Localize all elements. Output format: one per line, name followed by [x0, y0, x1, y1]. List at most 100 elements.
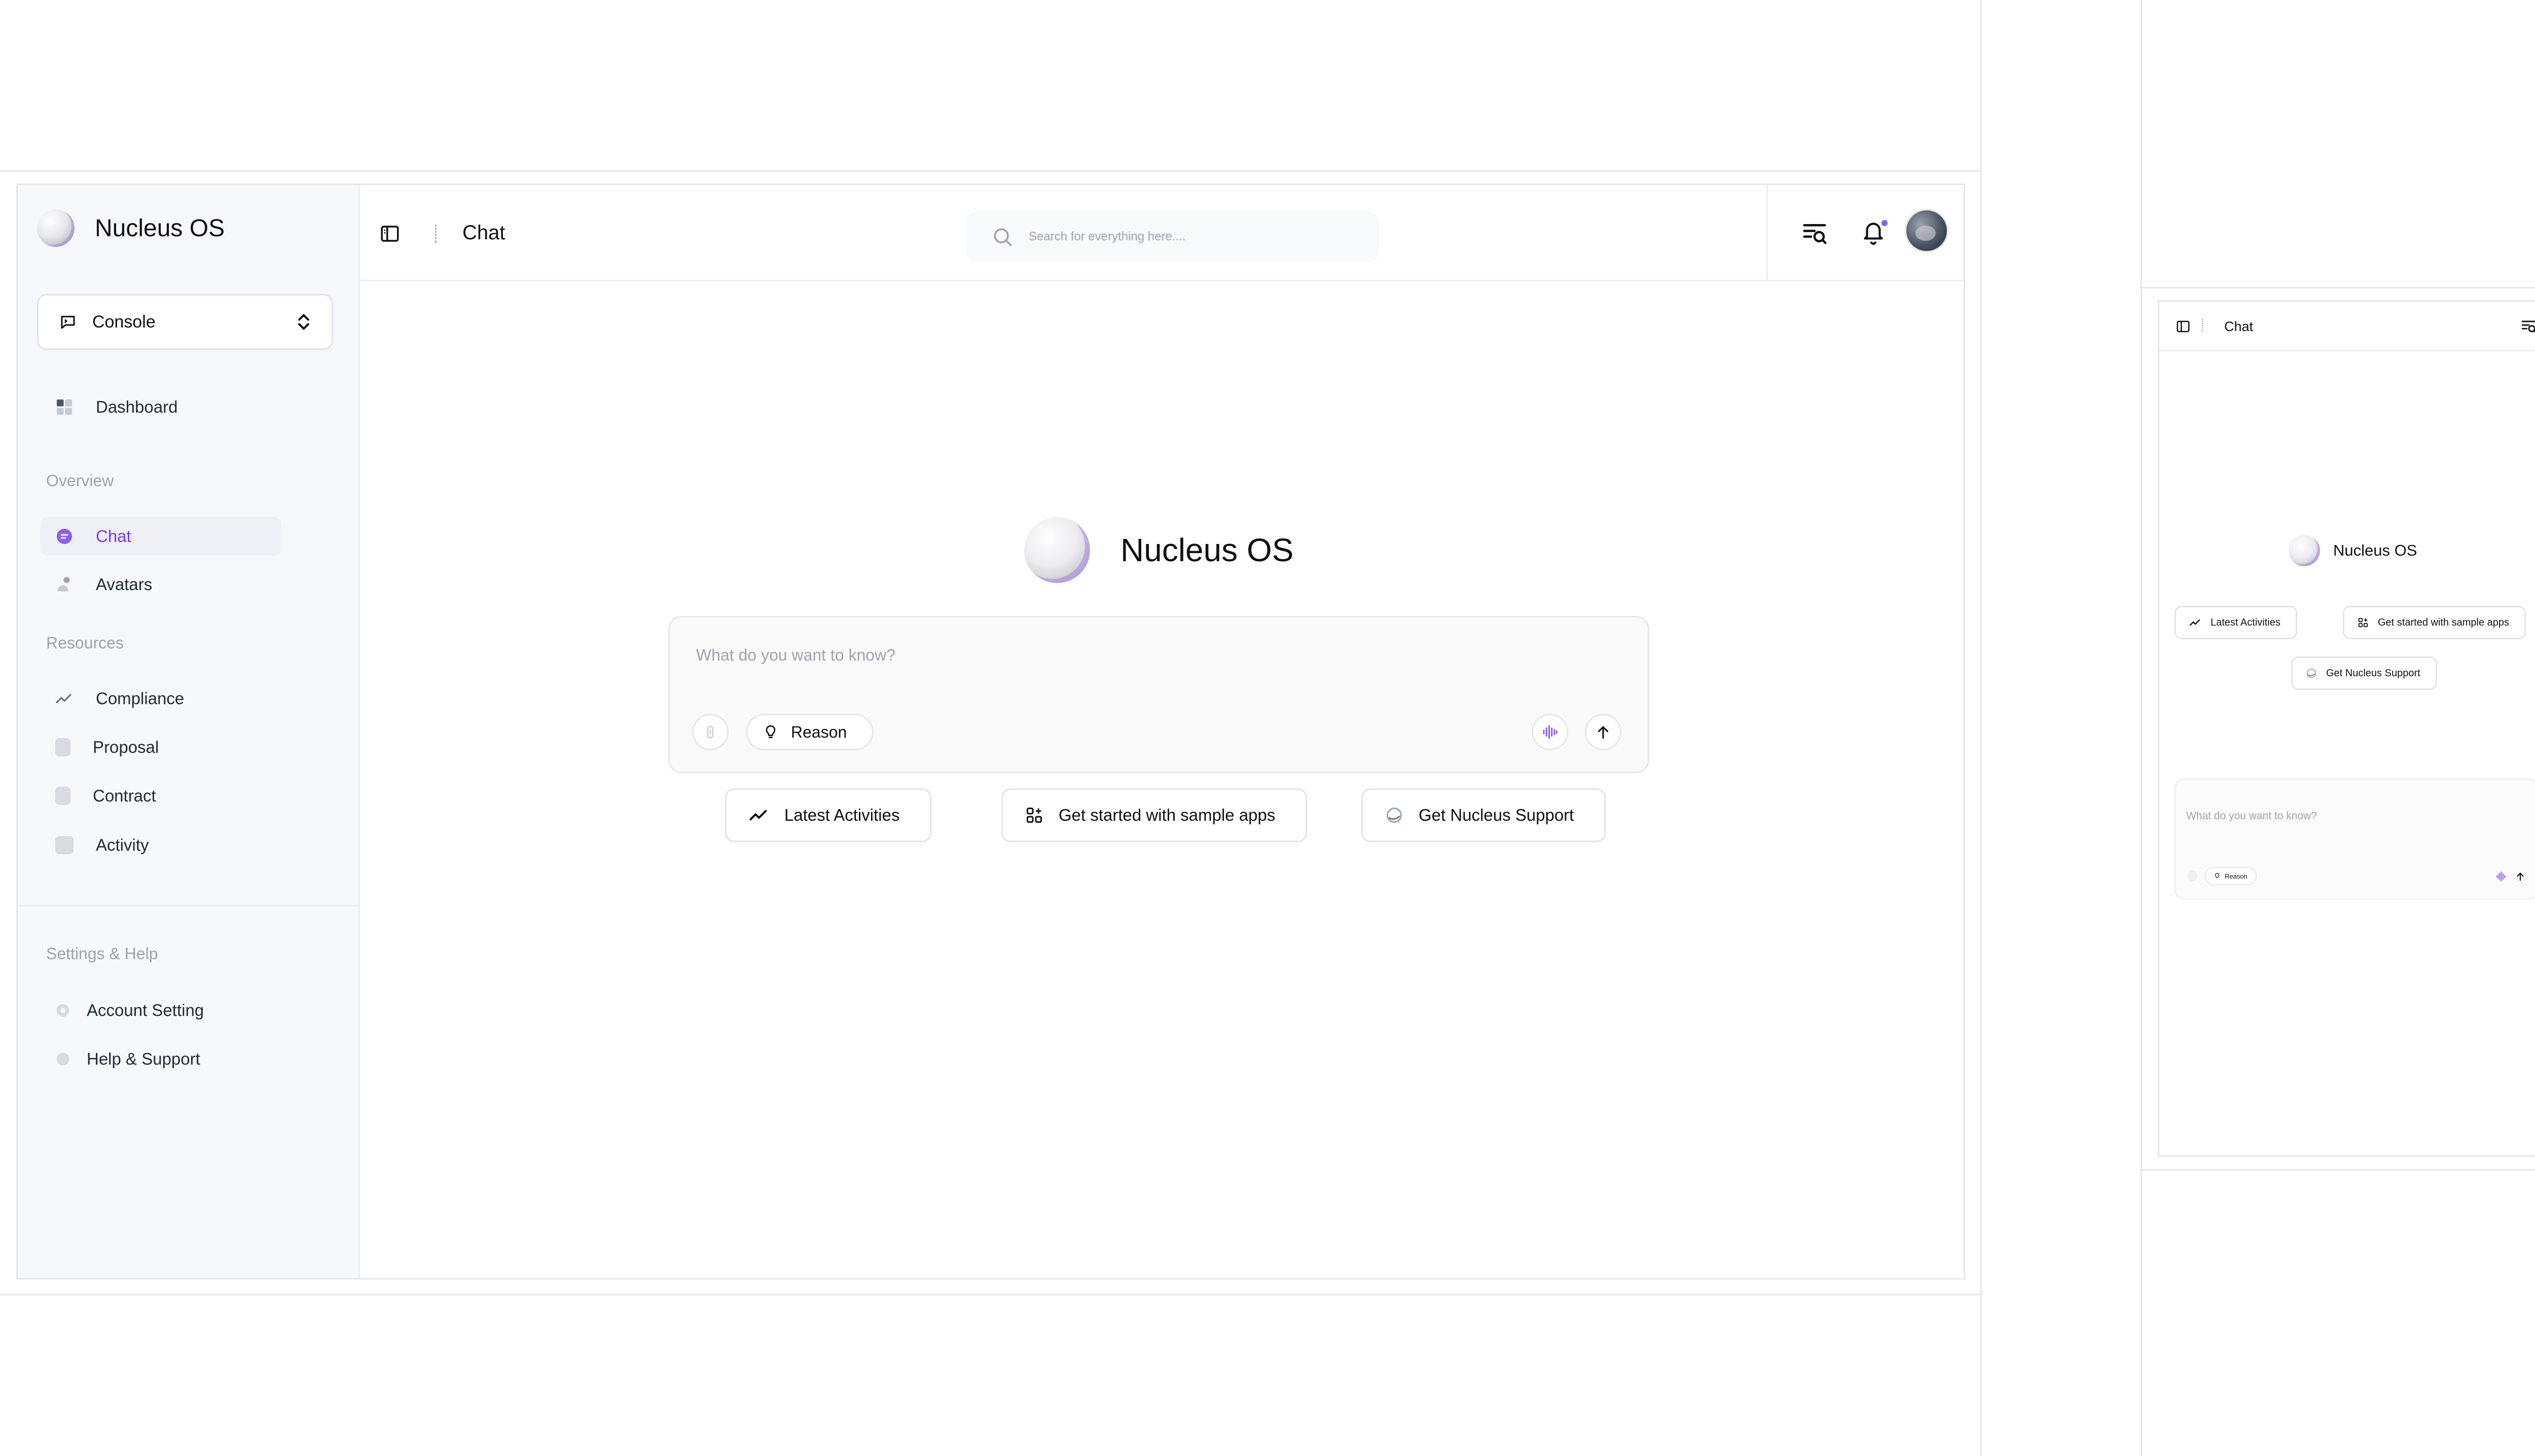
section-heading-settings: Settings & Help	[46, 944, 158, 963]
sidebar-item-label: Proposal	[93, 738, 159, 756]
nucleus-logo-icon	[1024, 517, 1090, 583]
contract-icon	[55, 787, 70, 805]
sidebar-item-label: Account Setting	[87, 1001, 204, 1020]
chat-main: Nucleus OS What do you want to know? Rea…	[360, 281, 1964, 1278]
send-button[interactable]	[1585, 714, 1621, 750]
suggestion-label: Get Nucleus Support	[2326, 667, 2420, 679]
activity-icon	[55, 836, 74, 854]
sidebar-toggle-icon[interactable]	[379, 223, 401, 244]
notification-dot	[1880, 219, 1889, 228]
trend-icon	[2189, 619, 2200, 626]
sidebar-item-proposal[interactable]: Proposal	[40, 728, 281, 767]
chat-composer[interactable]: What do you want to know? Reason	[2175, 778, 2535, 900]
nucleus-logo-icon	[2289, 535, 2320, 566]
nucleus-logo-icon	[37, 209, 75, 247]
sidebar-divider	[18, 905, 358, 906]
sidebar-item-chat[interactable]: Chat	[40, 517, 281, 556]
mobile-top-bar: Chat	[2159, 302, 2535, 351]
sidebar-item-label: Dashboard	[96, 397, 178, 416]
workspace-selector[interactable]: Console	[37, 294, 333, 350]
suggestion-label: Get Nucleus Support	[1419, 806, 1574, 824]
canvas-guide	[2141, 287, 2535, 288]
header-divider	[1766, 185, 1768, 281]
sidebar-item-help-support[interactable]: Help & Support	[40, 1040, 281, 1078]
search-icon	[994, 228, 1012, 246]
sidebar-item-label: Activity	[96, 835, 149, 854]
user-avatar[interactable]	[1905, 209, 1948, 252]
waveform-icon[interactable]	[2495, 871, 2507, 882]
sidebar-item-account-setting[interactable]: Account Setting	[40, 991, 281, 1030]
sidebar-item-label: Chat	[96, 527, 131, 545]
avatars-icon	[55, 575, 74, 594]
reason-toggle[interactable]: Reason	[746, 714, 874, 750]
dashboard-icon	[55, 398, 74, 416]
arrow-up-icon	[1598, 726, 1609, 739]
reason-label: Reason	[791, 722, 847, 741]
canvas-guide	[1980, 0, 1982, 1456]
brand[interactable]: Nucleus OS	[37, 209, 225, 247]
page-title: Chat	[462, 222, 505, 244]
section-heading-resources: Resources	[46, 634, 124, 652]
mobile-app-window: Chat Nucleus OS Latest Activities Get st…	[2158, 300, 2535, 1157]
suggestion-latest-activities[interactable]: Latest Activities	[725, 788, 932, 842]
suggestion-nucleus-support[interactable]: Get Nucleus Support	[2291, 657, 2437, 690]
desktop-app-window: Nucleus OS Console Dashboard Overview Ch…	[16, 184, 1965, 1280]
suggestion-label: Get started with sample apps	[2378, 616, 2510, 628]
suggestion-sample-apps[interactable]: Get started with sample apps	[1001, 788, 1308, 842]
workspace-selector-label: Console	[92, 312, 156, 332]
apps-grid-icon	[1027, 808, 1042, 823]
canvas-guide	[0, 170, 1982, 172]
help-icon	[55, 1051, 70, 1067]
suggestion-latest-activities[interactable]: Latest Activities	[2175, 606, 2297, 639]
trend-icon	[749, 810, 767, 821]
sidebar-item-activity[interactable]: Activity	[40, 826, 281, 864]
composer-placeholder: What do you want to know?	[2186, 810, 2317, 822]
sidebar-item-compliance[interactable]: Compliance	[40, 679, 281, 718]
sidebar-item-label: Avatars	[96, 575, 153, 594]
attach-button[interactable]	[2187, 871, 2197, 881]
chat-bubble-icon	[55, 527, 74, 545]
chevron-updown-icon	[298, 313, 309, 331]
suggestion-label: Latest Activities	[784, 806, 900, 824]
search-placeholder: Search for everything here....	[1029, 230, 1186, 243]
lightbulb-icon	[766, 725, 776, 738]
hero: Nucleus OS	[2289, 535, 2417, 566]
document-icon	[55, 738, 70, 756]
attach-button[interactable]	[692, 714, 729, 750]
chat-composer[interactable]: What do you want to know? Reason	[668, 616, 1649, 773]
sidebar-item-label: Help & Support	[87, 1049, 200, 1068]
sidebar-item-dashboard[interactable]: Dashboard	[40, 388, 281, 426]
section-heading-overview: Overview	[46, 471, 114, 490]
page-title: Chat	[2224, 319, 2254, 334]
canvas-guide	[2141, 0, 2142, 1456]
hero-title: Nucleus OS	[1120, 532, 1294, 568]
search-list-icon[interactable]	[1801, 220, 1828, 247]
notifications-button[interactable]	[1861, 219, 1889, 248]
search-input[interactable]: Search for everything here....	[966, 211, 1379, 262]
support-logo-icon	[2306, 668, 2316, 678]
breadcrumb-separator	[435, 225, 437, 243]
trend-icon	[55, 689, 74, 708]
reason-toggle[interactable]: Reason	[2204, 867, 2257, 885]
sidebar-item-label: Contract	[93, 786, 156, 805]
sidebar-item-contract[interactable]: Contract	[40, 777, 281, 815]
console-icon	[61, 316, 75, 329]
canvas-guide	[0, 1294, 1982, 1295]
breadcrumb-separator	[2202, 319, 2203, 332]
sidebar: Nucleus OS Console Dashboard Overview Ch…	[18, 185, 360, 1278]
sidebar-toggle-icon[interactable]	[2176, 319, 2191, 334]
arrow-up-icon[interactable]	[2515, 871, 2526, 882]
voice-input-button[interactable]	[1532, 714, 1568, 750]
gear-icon	[55, 1003, 70, 1018]
suggestion-nucleus-support[interactable]: Get Nucleus Support	[1361, 788, 1606, 842]
suggestion-sample-apps[interactable]: Get started with sample apps	[2343, 606, 2526, 639]
hero-title: Nucleus OS	[2333, 541, 2417, 559]
sidebar-item-avatars[interactable]: Avatars	[40, 565, 281, 604]
waveform-icon	[1543, 725, 1558, 739]
brand-name: Nucleus OS	[95, 214, 225, 242]
paperclip-icon	[707, 725, 714, 739]
search-list-icon[interactable]	[2520, 318, 2535, 335]
apps-grid-icon	[2358, 617, 2368, 628]
hero: Nucleus OS	[1024, 517, 1293, 583]
suggestion-label: Get started with sample apps	[1059, 806, 1276, 824]
